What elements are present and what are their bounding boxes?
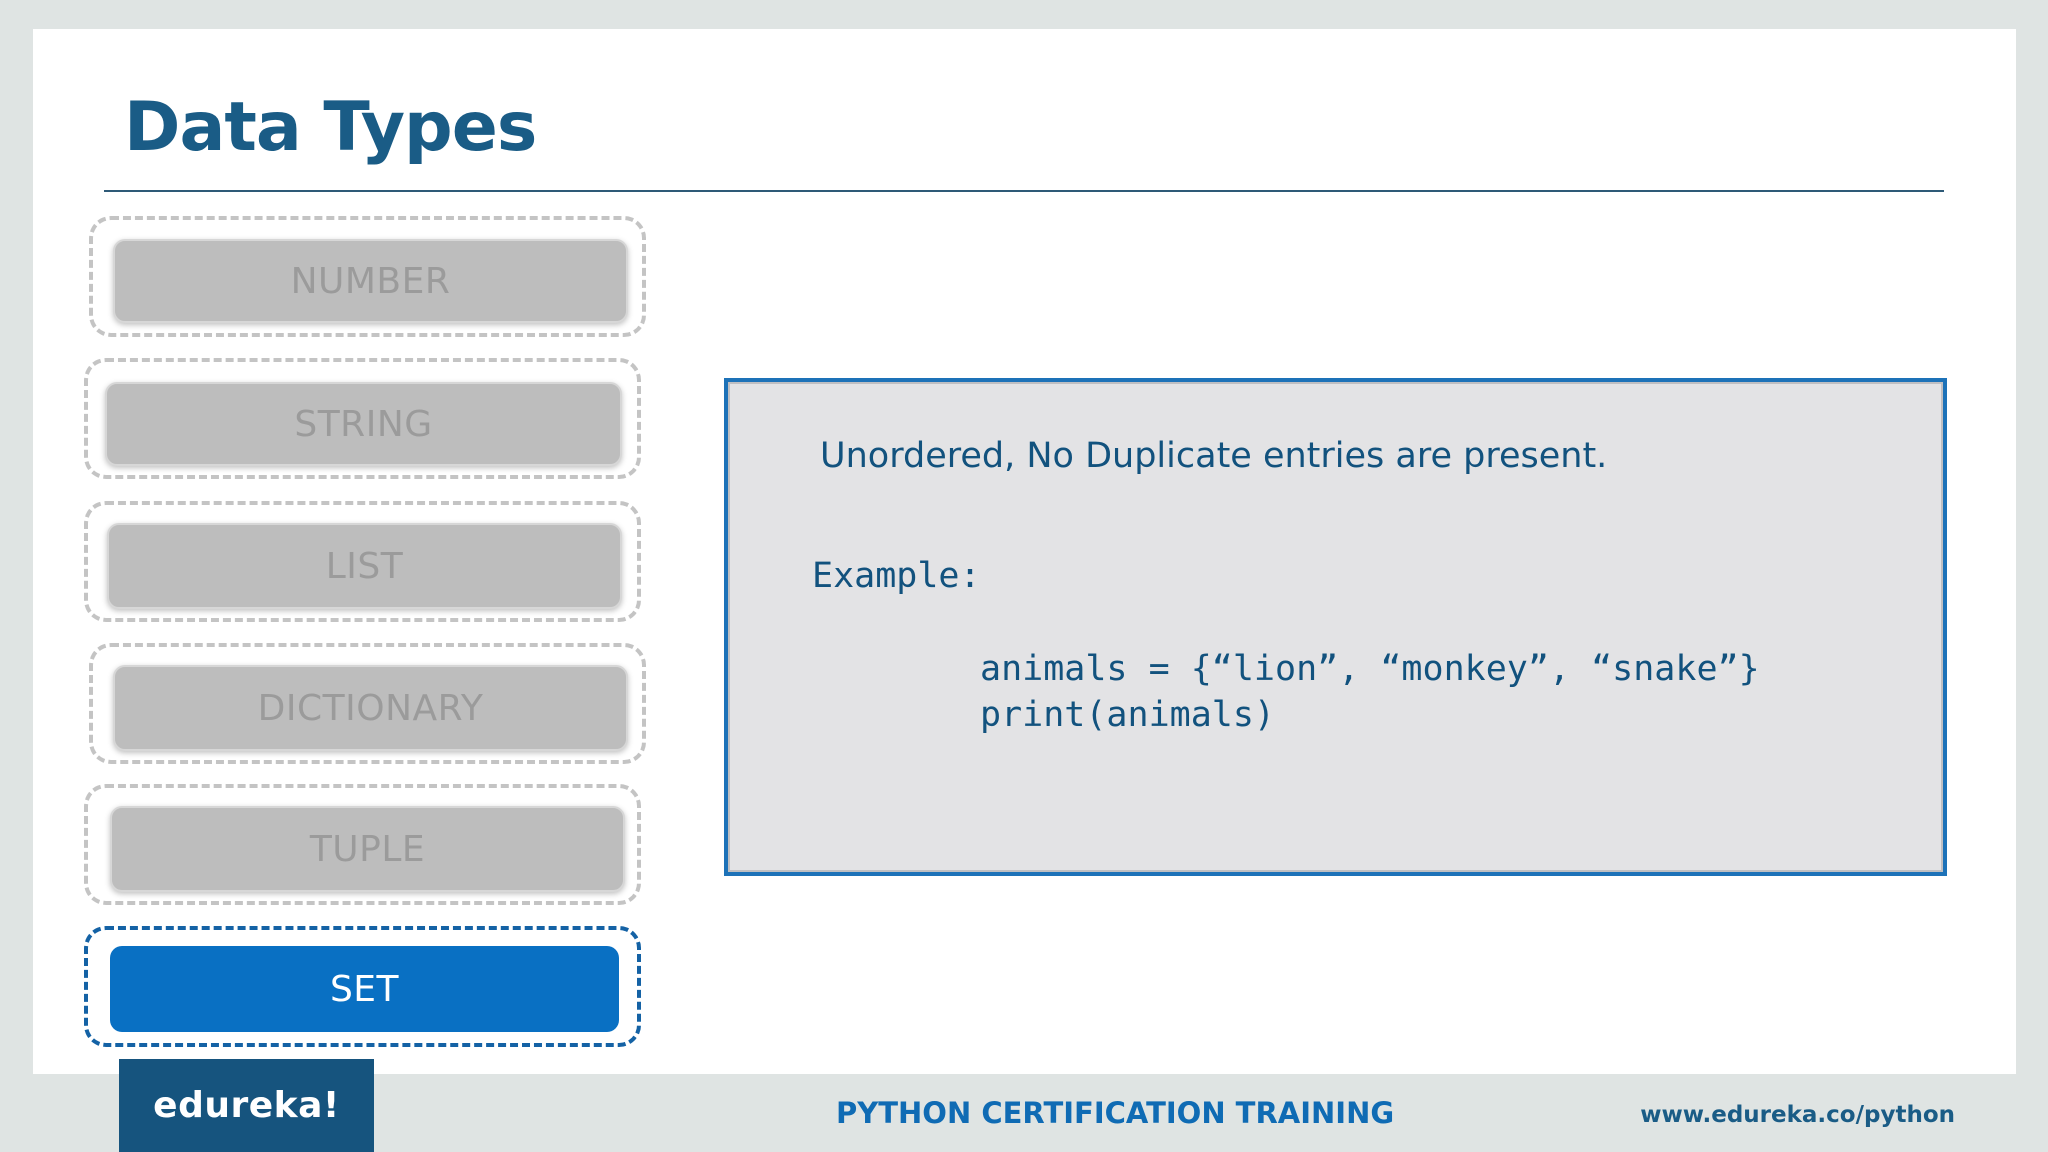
number-button[interactable]: NUMBER xyxy=(113,239,628,323)
nav-item-list[interactable]: LIST xyxy=(84,501,641,622)
nav-item-tuple[interactable]: TUPLE xyxy=(84,784,641,905)
set-button[interactable]: SET xyxy=(110,946,619,1032)
dictionary-button-label: DICTIONARY xyxy=(257,687,484,729)
code-example: animals = {“lion”, “monkey”, “snake”} pr… xyxy=(980,646,1760,738)
string-button-label: STRING xyxy=(294,403,433,445)
edureka-logo: edureka! xyxy=(119,1059,374,1152)
set-button-label: SET xyxy=(329,968,400,1010)
tuple-button-label: TUPLE xyxy=(309,828,426,870)
brand-text: edureka! xyxy=(153,1085,340,1126)
number-button-label: NUMBER xyxy=(290,260,451,302)
dictionary-button[interactable]: DICTIONARY xyxy=(113,665,628,751)
page-title: Data Types xyxy=(124,88,537,167)
code-line: animals = {“lion”, “monkey”, “snake”} xyxy=(980,649,1760,689)
footer-url: www.edureka.co/python xyxy=(1640,1102,1955,1128)
course-title: PYTHON CERTIFICATION TRAINING xyxy=(836,1096,1395,1130)
nav-item-dictionary[interactable]: DICTIONARY xyxy=(89,643,646,764)
nav-item-set[interactable]: SET xyxy=(84,926,641,1047)
title-divider xyxy=(104,190,1944,192)
string-button[interactable]: STRING xyxy=(105,382,622,466)
nav-item-number[interactable]: NUMBER xyxy=(89,216,646,337)
list-button-label: LIST xyxy=(325,545,404,587)
code-line: print(animals) xyxy=(980,695,1276,735)
list-button[interactable]: LIST xyxy=(107,523,622,609)
example-label: Example: xyxy=(812,556,981,596)
nav-item-string[interactable]: STRING xyxy=(84,358,641,479)
tuple-button[interactable]: TUPLE xyxy=(110,806,625,892)
content-panel: Unordered, No Duplicate entries are pres… xyxy=(724,378,1947,876)
set-description: Unordered, No Duplicate entries are pres… xyxy=(820,436,1608,476)
